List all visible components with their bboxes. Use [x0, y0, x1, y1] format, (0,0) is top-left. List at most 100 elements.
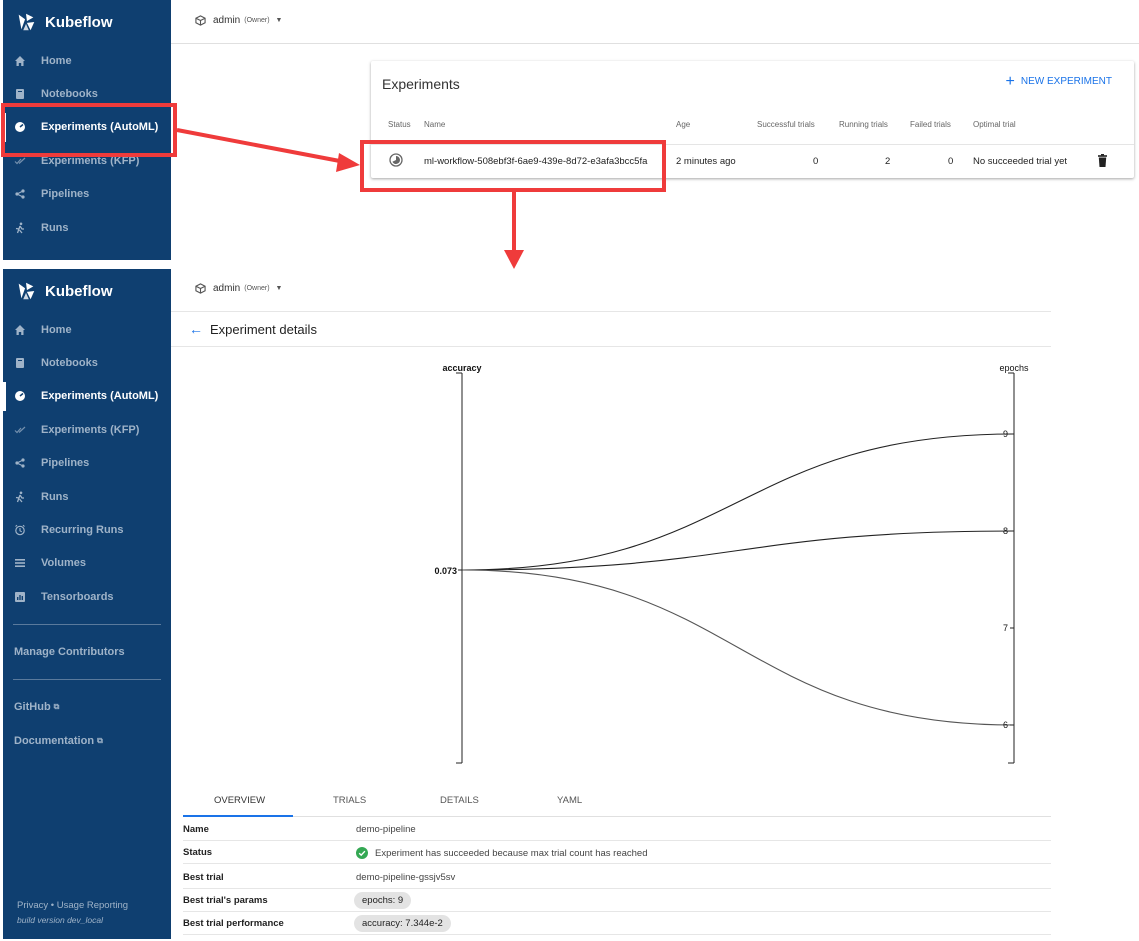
namespace-selector[interactable]: admin (Owner) ▼: [195, 283, 282, 294]
tab-trials[interactable]: TRIALS: [333, 795, 366, 806]
sidebar-item-notebooks[interactable]: Notebooks: [3, 346, 171, 379]
failed-trials-count: 0: [948, 156, 954, 167]
runs-icon: [15, 491, 24, 503]
arrow-head: [336, 153, 360, 172]
sidebar-item-label: Volumes: [41, 557, 87, 570]
sidebar-divider: [13, 678, 161, 680]
active-tab-indicator: [183, 815, 293, 817]
automl-icon: [15, 391, 25, 402]
name-label: Name: [183, 824, 209, 835]
volumes-icon: [15, 559, 25, 568]
sidebar-item-label: Notebooks: [41, 357, 98, 370]
experiments-title: Experiments: [382, 76, 460, 92]
sidebar-item-label: Pipelines: [41, 188, 90, 201]
namespace-selector[interactable]: admin (Owner) ▼: [195, 15, 282, 26]
column-header-name[interactable]: Name: [424, 120, 445, 129]
details-title-bar: ← Experiment details: [171, 312, 1051, 347]
sidebar-item-recurring-runs[interactable]: Recurring Runs: [3, 513, 171, 546]
external-link-icon: ⧉: [97, 735, 103, 745]
home-icon: [15, 324, 25, 335]
best-trial-value[interactable]: demo-pipeline-gssjv5sv: [356, 872, 455, 883]
performance-chip: accuracy: 7.344e-2: [354, 915, 451, 932]
accuracy-axis-label: accuracy: [442, 363, 481, 373]
overview-row-best-trial: Best trial demo-pipeline-gssjv5sv: [183, 866, 1051, 889]
kubeflow-logo-icon: [18, 13, 35, 31]
build-version: build version dev_local: [17, 915, 103, 925]
top-header: admin (Owner) ▼: [171, 0, 1139, 44]
epochs-tick-label: 7: [1003, 623, 1008, 633]
trial-line: [461, 569, 1015, 726]
column-header-status[interactable]: Status: [388, 120, 411, 129]
trial-line: [461, 433, 1015, 571]
delete-icon[interactable]: [1097, 154, 1108, 167]
column-header-running[interactable]: Running trials: [839, 120, 888, 129]
sidebar-divider: [13, 623, 161, 625]
overview-row-performance: Best trial performance accuracy: 7.344e-…: [183, 912, 1051, 935]
usage-reporting-link[interactable]: Usage Reporting: [57, 900, 128, 911]
tab-yaml[interactable]: YAML: [557, 795, 582, 806]
sidebar-item-home[interactable]: Home: [3, 44, 171, 77]
home-icon: [15, 55, 25, 66]
column-header-failed[interactable]: Failed trials: [910, 120, 951, 129]
sidebar-item-volumes[interactable]: Volumes: [3, 547, 171, 580]
sidebar-footer: Privacy • Usage Reporting build version …: [17, 900, 128, 925]
sidebar-item-runs[interactable]: Runs: [3, 211, 171, 244]
sidebar-item-home[interactable]: Home: [3, 313, 171, 346]
kubeflow-logo[interactable]: Kubeflow: [3, 269, 171, 313]
arrow-head: [504, 250, 524, 269]
chevron-down-icon: ▼: [275, 285, 283, 292]
tab-details[interactable]: DETAILS: [440, 795, 479, 806]
epochs-tick-label: 8: [1003, 526, 1008, 536]
notebook-icon: [16, 89, 24, 100]
params-label: Best trial's params: [183, 895, 268, 906]
epochs-tick-label: 9: [1003, 429, 1008, 439]
tab-overview[interactable]: OVERVIEW: [214, 795, 265, 806]
kubeflow-logo[interactable]: Kubeflow: [3, 0, 171, 44]
github-link[interactable]: GitHub ⧉: [3, 690, 171, 724]
sidebar-item-experiments-kfp[interactable]: Experiments (KFP): [3, 413, 171, 446]
overview-row-name: Name demo-pipeline: [183, 818, 1051, 841]
sidebar-item-label: Home: [41, 54, 72, 67]
sidebar-item-experiments-automl[interactable]: Experiments (AutoML): [3, 380, 171, 413]
performance-label: Best trial performance: [183, 918, 284, 929]
alarm-icon: [15, 524, 25, 536]
new-experiment-button[interactable]: + NEW EXPERIMENT: [1006, 73, 1112, 89]
namespace-role: (Owner): [244, 285, 270, 292]
sidebar-item-tensorboards[interactable]: Tensorboards: [3, 580, 171, 613]
successful-trials-count: 0: [813, 156, 819, 167]
manage-contributors-link[interactable]: Manage Contributors: [3, 635, 171, 669]
arrow-line: [176, 128, 346, 164]
sidebar-item-pipelines[interactable]: Pipelines: [3, 178, 171, 211]
overview-row-params: Best trial's params epochs: 9: [183, 889, 1051, 912]
parallel-coordinates-chart: accuracy 0.073 epochs 6 7 8 9: [434, 363, 1029, 764]
sidebar-bottom: Kubeflow Home Notebooks Experiments (AutoM…: [3, 269, 171, 939]
pipelines-icon: [15, 189, 25, 199]
external-link-icon: ⧉: [53, 701, 60, 711]
sidebar-item-label: Tensorboards: [41, 590, 114, 603]
sidebar-item-label: Pipelines: [41, 457, 90, 470]
sidebar-item-label: Experiments (AutoML): [41, 390, 159, 403]
epochs-tick-label: 6: [1003, 720, 1008, 730]
documentation-link[interactable]: Documentation ⧉: [3, 724, 171, 758]
name-value: demo-pipeline: [356, 824, 416, 835]
sidebar-item-label: Runs: [41, 221, 69, 234]
experiment-age: 2 minutes ago: [676, 156, 736, 167]
privacy-link[interactable]: Privacy: [17, 900, 48, 911]
highlight-box-experiment: [360, 140, 666, 192]
details-tabs: OVERVIEW TRIALS DETAILS YAML: [183, 786, 1051, 817]
sidebar-item-runs[interactable]: Runs: [3, 480, 171, 513]
sidebar-item-label: Runs: [41, 490, 69, 503]
column-header-optimal[interactable]: Optimal trial: [973, 120, 1016, 129]
epochs-axis-label: epochs: [999, 363, 1029, 373]
status-value: Experiment has succeeded because max tri…: [356, 847, 648, 859]
sidebar-item-pipelines[interactable]: Pipelines: [3, 447, 171, 480]
column-header-age[interactable]: Age: [676, 120, 690, 129]
new-experiment-label: NEW EXPERIMENT: [1020, 76, 1112, 87]
check-circle-icon: [356, 847, 368, 859]
pipelines-icon: [15, 458, 25, 468]
details-header: admin (Owner) ▼: [171, 269, 1051, 312]
back-arrow-icon[interactable]: ←: [189, 321, 203, 337]
optimal-trial: No succeeded trial yet: [973, 156, 1067, 167]
app-name: Kubeflow: [45, 282, 113, 300]
column-header-successful[interactable]: Successful trials: [757, 120, 815, 129]
